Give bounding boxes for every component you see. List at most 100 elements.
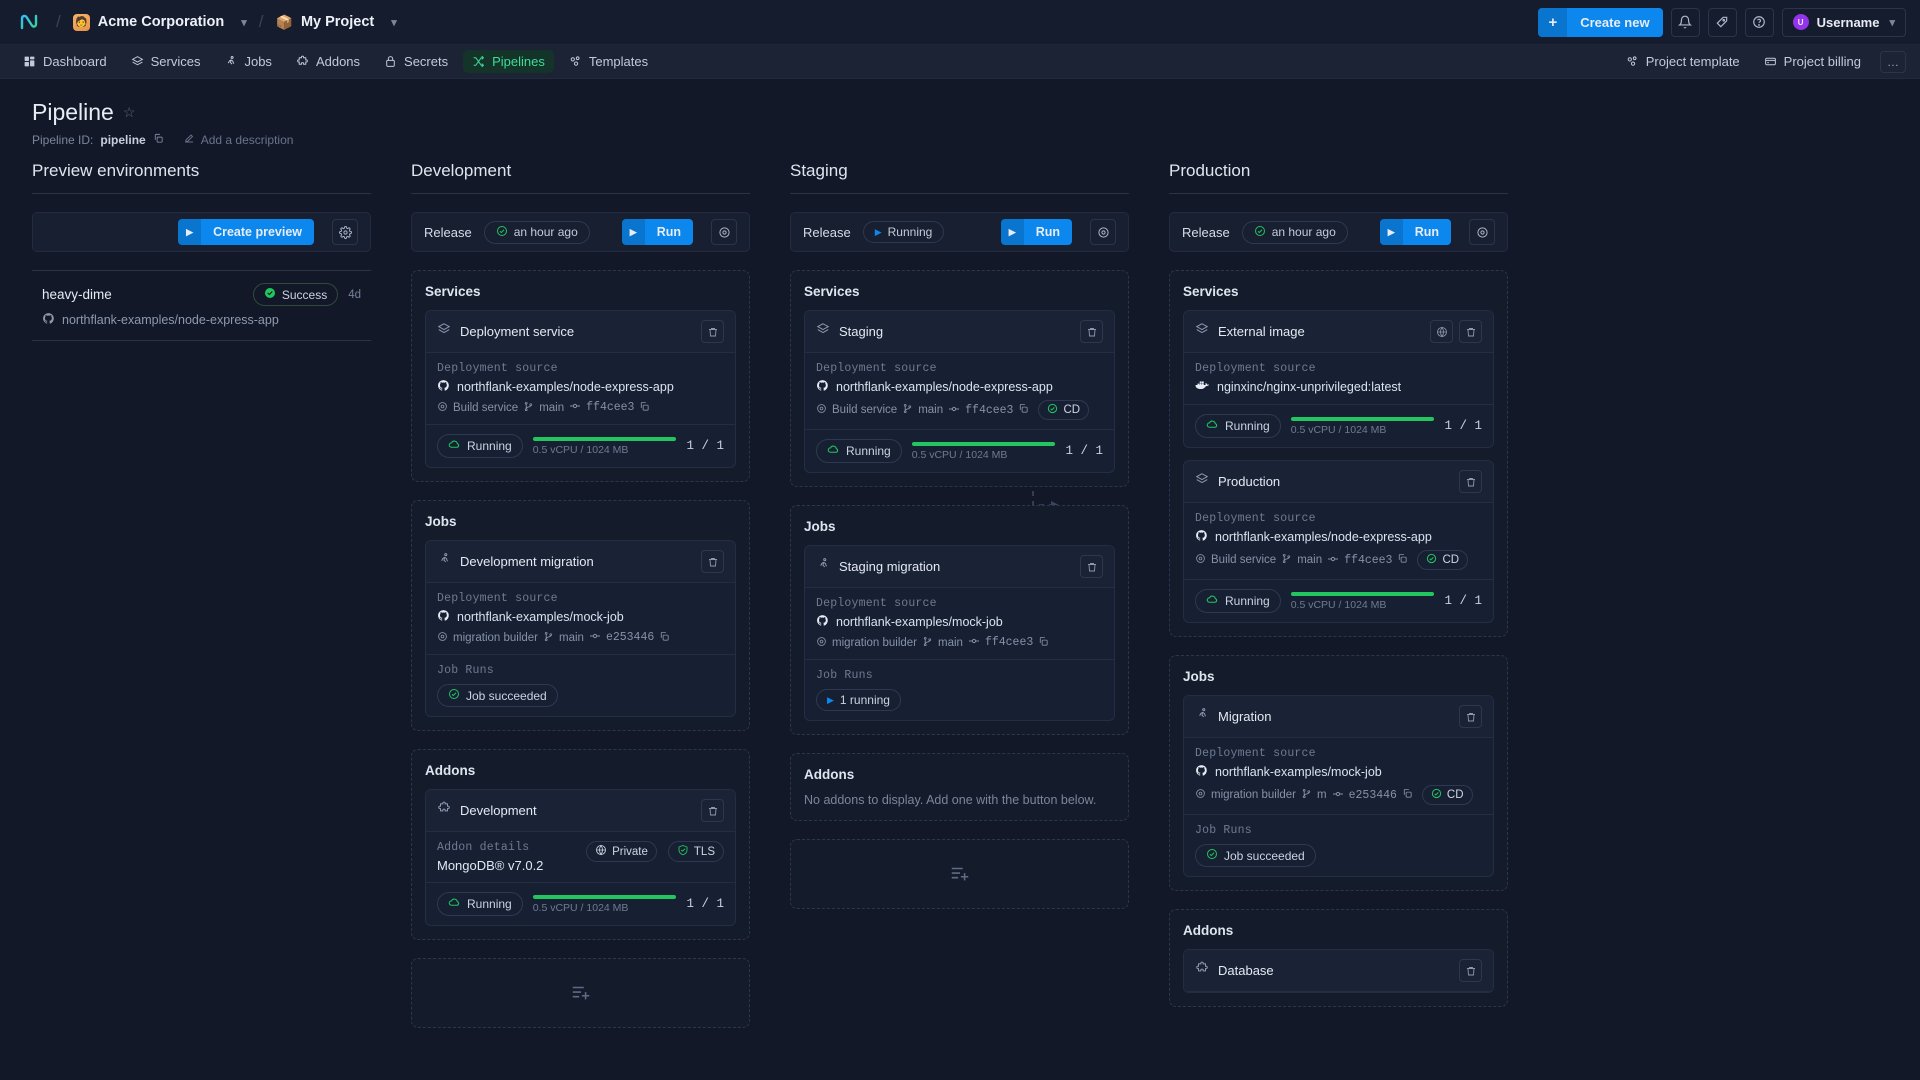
trash-icon[interactable] (1459, 959, 1482, 982)
branch-icon (1281, 553, 1292, 567)
replica-ratio: 1 / 1 (1065, 444, 1103, 458)
copy-icon[interactable] (1018, 403, 1029, 417)
meta-branch: main (1297, 554, 1323, 566)
trash-icon[interactable] (1080, 320, 1103, 343)
service-card[interactable]: Deployment service Deployment source nor… (425, 310, 736, 468)
copy-icon[interactable] (1038, 636, 1049, 650)
card-header: Staging migration (805, 546, 1114, 588)
copy-icon[interactable] (1402, 788, 1413, 802)
add-resource-button[interactable] (790, 839, 1129, 909)
list-item[interactable]: heavy-dime Success 4d northflank-example… (32, 271, 371, 341)
job-run-status[interactable]: Job succeeded (1195, 844, 1316, 867)
release-status-badge[interactable]: an hour ago (483, 220, 590, 244)
globe-icon[interactable] (1430, 320, 1453, 343)
addon-card[interactable]: Database (1183, 949, 1494, 993)
card-title: Development (460, 803, 537, 818)
card-header: Deployment service (426, 311, 735, 353)
run-button[interactable]: ▶ Run (621, 219, 693, 245)
resource-label: 0.5 vCPU / 1024 MB (532, 443, 629, 456)
addon-card[interactable]: Development Addon details MongoDB® v7.0.… (425, 789, 736, 926)
release-status-badge[interactable]: ▶ Running (862, 221, 945, 243)
status-label: Running (467, 897, 512, 911)
run-button[interactable]: ▶ Run (1000, 219, 1072, 245)
source-row[interactable]: nginxinc/nginx-unprivileged:latest (1195, 379, 1482, 395)
card-footer: Running 0.5 vCPU / 1024 MB 1 / 1 (426, 883, 735, 925)
copy-icon[interactable] (659, 631, 670, 645)
branch-icon (1301, 788, 1312, 802)
group-addons: Addons No addons to display. Add one wit… (790, 753, 1129, 821)
service-card[interactable]: External image Deployment source nginxin… (1183, 310, 1494, 448)
trash-icon[interactable] (1080, 555, 1103, 578)
trash-icon[interactable] (701, 320, 724, 343)
source-row[interactable]: northflank-examples/node-express-app (1195, 529, 1482, 545)
commit-icon (589, 630, 601, 645)
trash-icon[interactable] (1459, 320, 1482, 343)
card-footer: Running 0.5 vCPU / 1024 MB 1 / 1 (1184, 405, 1493, 447)
job-run-status[interactable]: Job succeeded (437, 684, 558, 707)
job-run-status[interactable]: ▶ 1 running (816, 689, 901, 711)
source-row[interactable]: northflank-examples/node-express-app (437, 379, 724, 395)
card-header: Development migration (426, 541, 735, 583)
status-badge: Success (252, 283, 339, 306)
preview-name: heavy-dime (42, 287, 112, 302)
job-card[interactable]: Staging migration Deployment source nort… (804, 545, 1115, 721)
cd-label: CD (1063, 404, 1081, 416)
source-row[interactable]: northflank-examples/mock-job (1195, 764, 1482, 780)
release-status-badge[interactable]: an hour ago (1241, 220, 1348, 244)
copy-icon[interactable] (639, 401, 650, 415)
play-icon: ▶ (827, 694, 834, 705)
card-footer: Running 0.5 vCPU / 1024 MB 1 / 1 (805, 430, 1114, 472)
commit-icon (1327, 553, 1339, 568)
github-icon (816, 379, 829, 395)
cloud-icon (448, 896, 461, 912)
layers-icon (1195, 322, 1209, 341)
commit-icon (1332, 788, 1344, 803)
shield-check-icon (677, 844, 689, 859)
card-header: Migration (1184, 696, 1493, 738)
source-row[interactable]: northflank-examples/mock-job (437, 609, 724, 625)
column-title: Preview environments (32, 161, 200, 180)
trash-icon[interactable] (701, 799, 724, 822)
status-badge: Running (437, 892, 523, 916)
service-card[interactable]: Staging Deployment source northflank-exa… (804, 310, 1115, 473)
job-runs-label: Job Runs (1195, 824, 1252, 837)
trash-icon[interactable] (1459, 705, 1482, 728)
card-body: Deployment source northflank-examples/mo… (426, 583, 735, 655)
gear-icon[interactable] (711, 219, 737, 245)
addon-tag-private: Private (586, 841, 657, 862)
service-card[interactable]: Production Deployment source northflank-… (1183, 460, 1494, 623)
branch-icon (523, 401, 534, 415)
layers-icon (1195, 472, 1209, 491)
status-badge: Running (816, 439, 902, 463)
source-row[interactable]: northflank-examples/mock-job (816, 614, 1103, 630)
create-preview-label: Create preview (213, 225, 302, 239)
status-badge: Running (1195, 414, 1281, 438)
meta-row: migration builder m e253446 CD (1195, 785, 1482, 805)
source-row[interactable]: northflank-examples/node-express-app (816, 379, 1103, 395)
gear-icon[interactable] (1090, 219, 1116, 245)
meta-row: migration builder main ff4cee3 (816, 635, 1103, 650)
cd-badge: CD (1417, 550, 1469, 570)
copy-icon[interactable] (1397, 553, 1408, 567)
gear-icon[interactable] (1469, 219, 1495, 245)
add-resource-button[interactable] (411, 958, 750, 1028)
job-card[interactable]: Development migration Deployment source … (425, 540, 736, 717)
meta-builder: Build service (453, 401, 519, 414)
meta-commit: ff4cee3 (984, 636, 1034, 649)
card-header: Development (426, 790, 735, 832)
add-stack-icon (572, 986, 589, 1000)
meta-builder: Build service (832, 404, 898, 416)
addon-tag-label: TLS (693, 845, 715, 858)
status-badge: Running (1195, 589, 1281, 613)
trash-icon[interactable] (1459, 470, 1482, 493)
card-title: Staging migration (839, 559, 941, 574)
meta-builder: migration builder (1211, 789, 1297, 801)
gear-icon[interactable] (332, 219, 358, 245)
commit-icon (948, 403, 960, 418)
run-button[interactable]: ▶ Run (1379, 219, 1451, 245)
release-label: Release (803, 224, 851, 240)
job-card[interactable]: Migration Deployment source northflank-e… (1183, 695, 1494, 877)
create-preview-button[interactable]: ▶ Create preview (178, 219, 314, 245)
trash-icon[interactable] (701, 550, 724, 573)
status-badge: Running (437, 434, 523, 458)
